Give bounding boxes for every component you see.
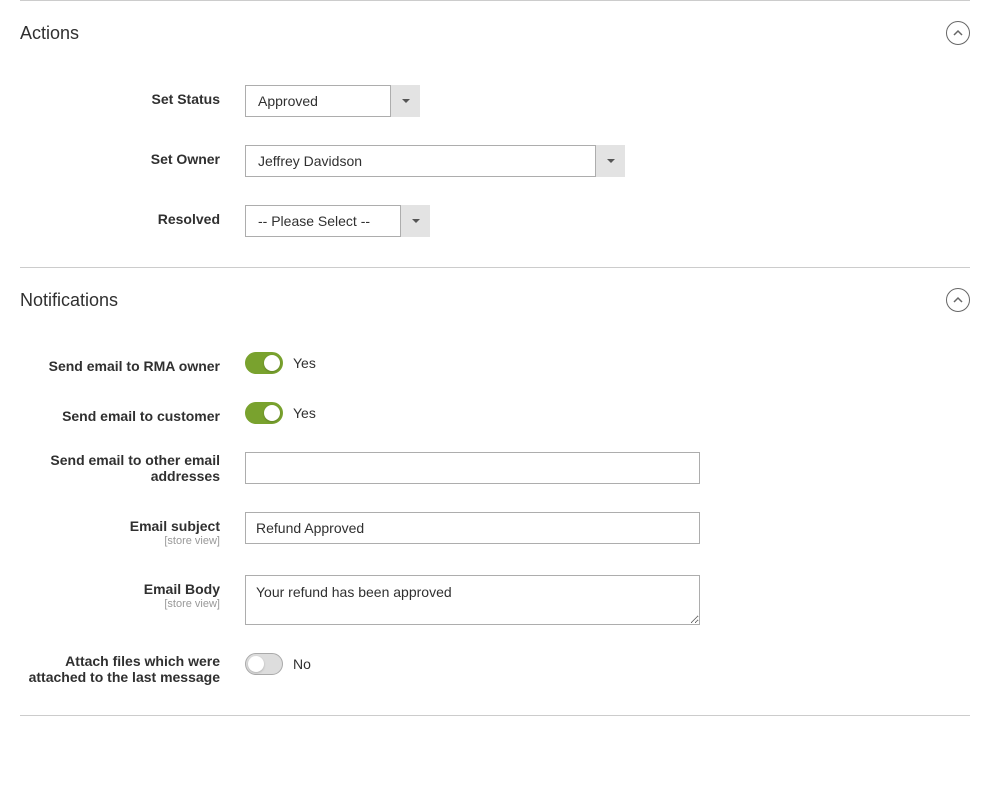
notifications-section-header: Notifications [0,268,990,332]
actions-section-title: Actions [20,23,79,44]
email-subject-label: Email subject [130,518,220,534]
resolved-row: Resolved -- Please Select -- [20,205,970,237]
divider-bottom [20,715,970,716]
email-subject-row: Email subject [store view] [20,512,970,547]
actions-section-header: Actions [0,1,990,65]
send-customer-value: Yes [293,405,316,421]
set-owner-row: Set Owner Jeffrey Davidson [20,145,970,177]
email-body-scope: [store view] [20,598,220,610]
resolved-select[interactable]: -- Please Select -- [245,205,430,237]
email-body-textarea[interactable] [245,575,700,625]
actions-collapse-button[interactable] [946,21,970,45]
send-other-label: Send email to other email addresses [50,452,220,484]
send-other-input[interactable] [245,452,700,484]
email-body-label: Email Body [144,581,220,597]
set-status-row: Set Status Approved [20,85,970,117]
set-owner-label: Set Owner [151,151,220,167]
send-owner-toggle[interactable] [245,352,283,374]
send-customer-row: Send email to customer Yes [20,402,970,424]
actions-fields: Set Status Approved Set Owner Jeffrey Da… [0,65,990,267]
email-body-row: Email Body [store view] [20,575,970,625]
send-owner-row: Send email to RMA owner Yes [20,352,970,374]
notifications-collapse-button[interactable] [946,288,970,312]
send-customer-toggle[interactable] [245,402,283,424]
email-subject-scope: [store view] [20,535,220,547]
notifications-fields: Send email to RMA owner Yes Send email t… [0,332,990,715]
send-owner-label: Send email to RMA owner [49,358,220,374]
attach-files-value: No [293,656,311,672]
send-owner-value: Yes [293,355,316,371]
attach-files-row: Attach files which were attached to the … [20,653,970,685]
resolved-label: Resolved [158,211,220,227]
notifications-section-title: Notifications [20,290,118,311]
email-subject-input[interactable] [245,512,700,544]
send-other-row: Send email to other email addresses [20,452,970,484]
chevron-up-icon [953,26,963,41]
attach-files-label: Attach files which were attached to the … [29,653,220,685]
attach-files-toggle[interactable] [245,653,283,675]
set-status-label: Set Status [152,91,220,107]
chevron-up-icon [953,293,963,308]
set-owner-select[interactable]: Jeffrey Davidson [245,145,625,177]
set-status-select[interactable]: Approved [245,85,420,117]
send-customer-label: Send email to customer [62,408,220,424]
